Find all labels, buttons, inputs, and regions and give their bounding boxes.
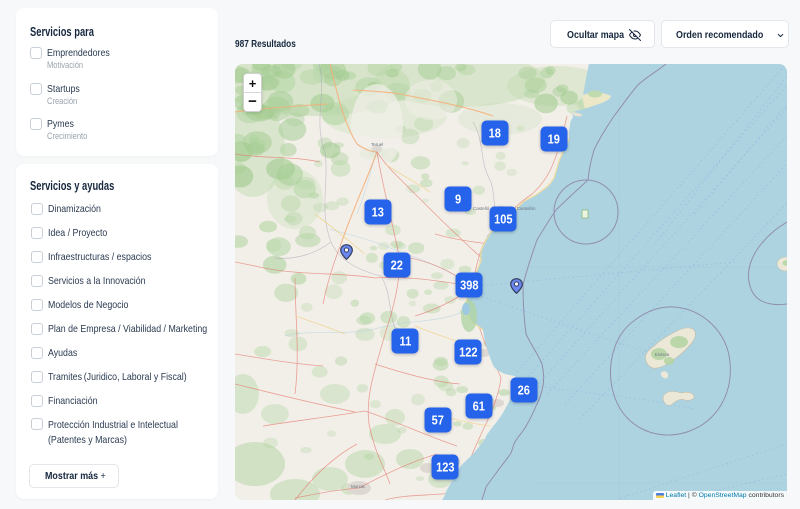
svg-text:Eivissa: Eivissa <box>655 352 670 357</box>
svg-text:Teruel: Teruel <box>371 142 383 147</box>
svg-text:Murcia: Murcia <box>351 484 365 489</box>
